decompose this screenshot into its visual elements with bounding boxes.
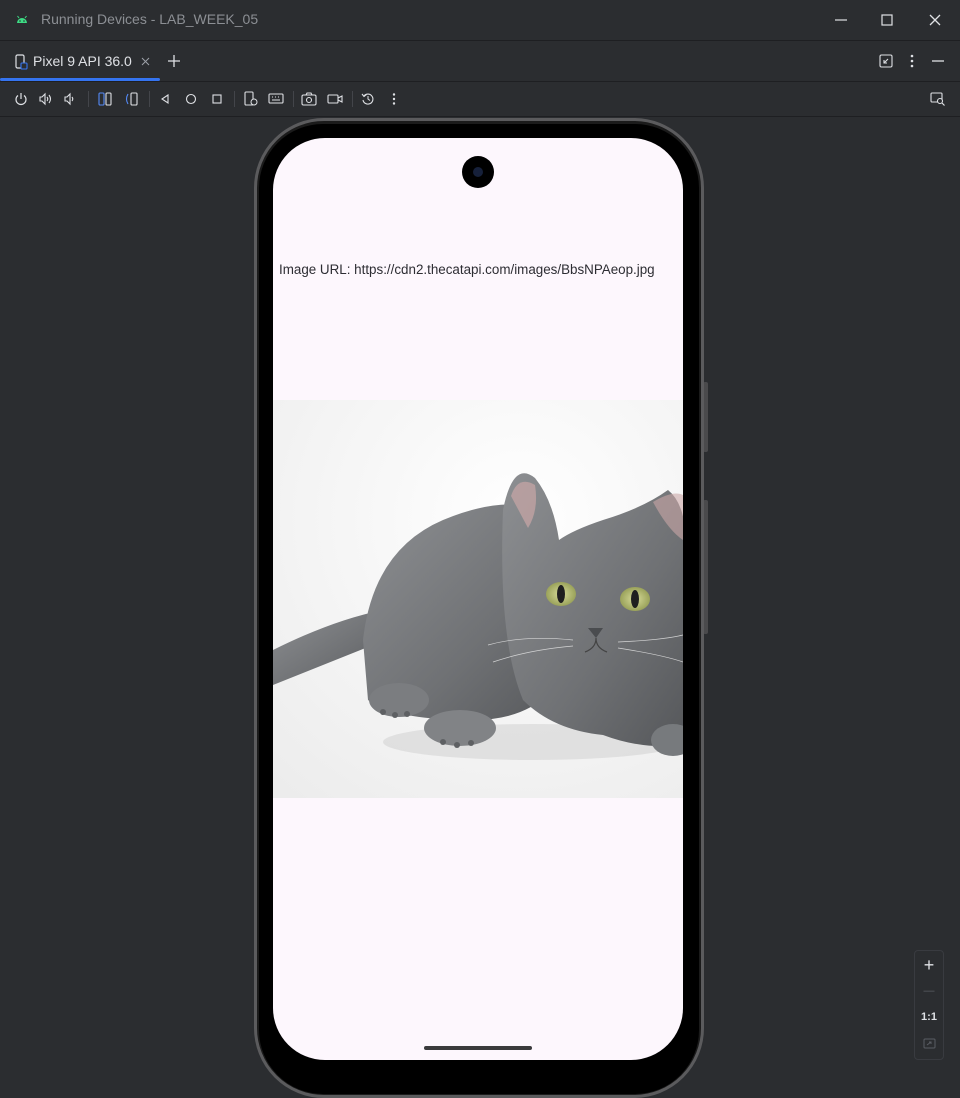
fit-screen-icon xyxy=(923,1038,935,1048)
emulator-toolbar xyxy=(0,82,960,117)
zoom-out-button[interactable]: — xyxy=(915,979,943,1003)
volume-down-icon xyxy=(64,92,74,106)
power-button[interactable] xyxy=(12,90,30,108)
image-url-text: Image URL: https://cdn2.thecatapi.com/im… xyxy=(279,262,655,277)
device-settings-button[interactable] xyxy=(242,90,260,108)
volume-down-button[interactable] xyxy=(62,90,80,108)
fit-screen-button[interactable] xyxy=(915,1031,943,1055)
close-icon xyxy=(929,14,941,26)
screen-record-icon xyxy=(327,94,343,104)
android-icon xyxy=(17,15,27,23)
reset-icon xyxy=(361,93,374,105)
home-button[interactable] xyxy=(182,90,200,108)
minimize-button[interactable] xyxy=(828,8,854,32)
toolbar-more-button[interactable] xyxy=(385,90,403,108)
zoom-in-button[interactable]: + xyxy=(915,953,943,977)
zoom-inspect-button[interactable] xyxy=(929,90,947,108)
actual-size-button[interactable]: 1:1 xyxy=(915,1005,943,1029)
more-vert-icon[interactable] xyxy=(905,53,919,69)
restore-layout-icon[interactable] xyxy=(879,54,893,68)
tab-label: Pixel 9 API 36.0 xyxy=(33,53,132,69)
toolbar-divider xyxy=(234,91,235,107)
power-icon xyxy=(15,93,27,106)
home-gesture-bar[interactable] xyxy=(424,1046,532,1050)
toolbar-divider xyxy=(88,91,89,107)
cat-image xyxy=(273,400,683,798)
device-settings-icon xyxy=(244,91,258,106)
close-window-button[interactable] xyxy=(922,8,948,32)
title-bar: Running Devices - LAB_WEEK_05 xyxy=(0,0,960,41)
toolbar-divider xyxy=(149,91,150,107)
close-tab-icon[interactable] xyxy=(141,57,150,66)
overview-icon xyxy=(212,94,222,104)
screenshot-button[interactable] xyxy=(300,90,318,108)
zoom-controls: + — 1:1 xyxy=(914,950,944,1060)
toolbar-divider xyxy=(352,91,353,107)
rotate-left-button[interactable] xyxy=(96,90,114,108)
tab-pixel-9[interactable]: Pixel 9 API 36.0 xyxy=(0,41,160,81)
minimize-icon xyxy=(835,19,847,21)
front-camera xyxy=(462,156,494,188)
rotate-right-icon xyxy=(125,92,138,106)
maximize-icon xyxy=(881,14,893,26)
device-tab-bar: Pixel 9 API 36.0 xyxy=(0,41,960,82)
toolbar-divider xyxy=(293,91,294,107)
back-button[interactable] xyxy=(156,90,174,108)
rotate-right-button[interactable] xyxy=(123,90,141,108)
maximize-button[interactable] xyxy=(874,8,900,32)
more-vert-icon xyxy=(392,93,396,105)
keyboard-icon xyxy=(268,93,284,104)
hide-panel-icon[interactable] xyxy=(930,54,946,68)
window-title: Running Devices - LAB_WEEK_05 xyxy=(41,11,259,27)
screenshot-icon xyxy=(301,92,317,106)
back-icon xyxy=(161,93,169,105)
active-tab-indicator xyxy=(0,78,160,81)
add-tab-icon[interactable] xyxy=(166,53,182,69)
rotate-left-icon xyxy=(98,92,112,106)
device-icon xyxy=(15,54,28,70)
screen-record-button[interactable] xyxy=(326,90,344,108)
reset-button[interactable] xyxy=(359,90,377,108)
overview-button[interactable] xyxy=(208,90,226,108)
volume-up-button[interactable] xyxy=(37,90,55,108)
zoom-inspect-icon xyxy=(930,92,945,106)
volume-up-icon xyxy=(39,92,52,106)
keyboard-button[interactable] xyxy=(267,90,285,108)
home-icon xyxy=(185,93,197,105)
